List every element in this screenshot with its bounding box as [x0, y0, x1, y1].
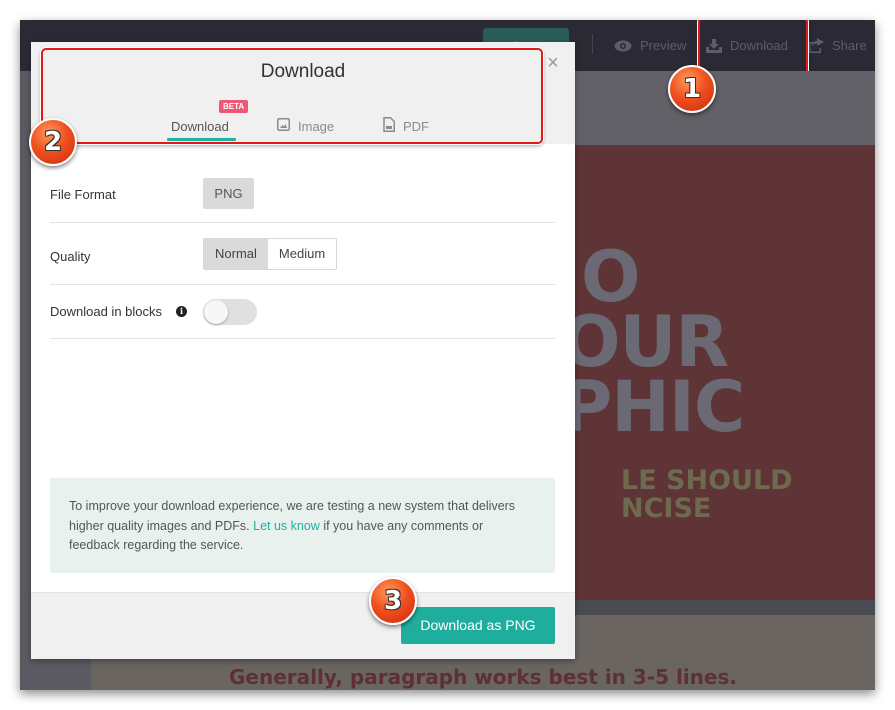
download-as-png-button[interactable]: Download as PNG: [401, 607, 555, 644]
quality-row: Quality Normal Medium: [50, 223, 555, 285]
preview-label: Preview: [640, 38, 687, 53]
preview-button[interactable]: Preview: [614, 20, 686, 71]
quality-option-medium[interactable]: Medium: [267, 239, 337, 269]
download-in-blocks-row: Download in blocks i: [50, 285, 555, 339]
active-tab-indicator: [167, 138, 236, 141]
quality-option-normal[interactable]: Normal: [204, 239, 268, 269]
tab-image-label: Image: [298, 118, 335, 134]
let-us-know-link[interactable]: Let us know: [253, 519, 320, 533]
eye-icon: [614, 40, 632, 52]
share-icon: [808, 38, 824, 53]
download-dialog: Download × BETA Download Image PDF File …: [31, 42, 575, 659]
share-button[interactable]: Share: [808, 20, 867, 71]
quality-label: Quality: [50, 249, 91, 264]
dialog-title: Download: [260, 61, 346, 82]
close-icon[interactable]: ×: [544, 53, 562, 73]
step-callout-1: 1: [668, 65, 716, 113]
download-in-blocks-toggle[interactable]: [203, 299, 257, 325]
tab-download[interactable]: Download: [171, 114, 229, 138]
dialog-header: Download × BETA Download Image PDF: [31, 42, 575, 144]
poster-heading-line: PHIC: [561, 366, 745, 448]
file-format-label: File Format: [50, 187, 116, 202]
tab-pdf[interactable]: PDF: [383, 114, 429, 138]
file-format-select[interactable]: PNG: [203, 178, 254, 209]
tab-download-label: Download: [171, 118, 229, 134]
poster-heading-line: OUR: [561, 301, 729, 383]
poster-heading-line: O: [581, 236, 641, 318]
file-format-row: File Format PNG: [50, 164, 555, 223]
tab-pdf-label: PDF: [403, 118, 429, 134]
toolbar-divider: [592, 34, 593, 54]
poster-subheading-line: LE SHOULD: [621, 465, 793, 496]
info-icon[interactable]: i: [176, 306, 187, 317]
toggle-knob: [204, 300, 228, 324]
step-callout-2: 2: [29, 118, 77, 166]
share-label: Share: [832, 38, 867, 53]
beta-badge: BETA: [219, 100, 249, 113]
paragraph-text: Generally, paragraph works best in 3-5 l…: [229, 665, 737, 689]
tab-image[interactable]: Image: [277, 114, 334, 138]
quality-segmented-control: Normal Medium: [203, 238, 338, 270]
image-icon: [277, 118, 290, 134]
dialog-footer: Download as PNG: [31, 592, 575, 659]
pdf-file-icon: [383, 117, 395, 135]
step-callout-3: 3: [369, 577, 417, 625]
download-in-blocks-label: Download in blocks: [50, 304, 163, 319]
poster-subheading-line: NCISE: [621, 493, 712, 524]
beta-notice: To improve your download experience, we …: [50, 478, 555, 573]
